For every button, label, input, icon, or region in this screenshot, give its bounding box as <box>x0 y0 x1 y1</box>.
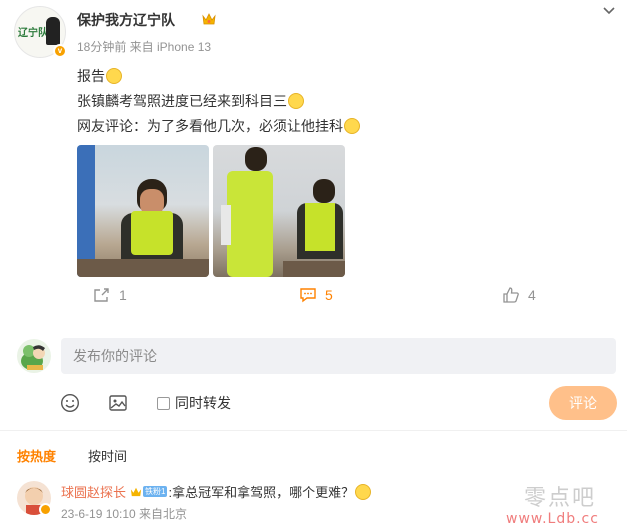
share-button[interactable]: 1 <box>93 287 127 303</box>
share-count: 1 <box>119 287 127 303</box>
author-name[interactable]: 保护我方辽宁队 <box>77 10 175 30</box>
photo-table <box>283 261 345 277</box>
submit-comment-button[interactable]: 评论 <box>549 386 617 420</box>
photo-table <box>77 259 209 277</box>
laugh-emoji-icon <box>355 483 372 500</box>
verified-badge-icon: v <box>53 44 67 58</box>
avatar-figure <box>46 17 60 45</box>
photo-safety-vest <box>305 203 335 251</box>
watermark-text: 零点吧 <box>524 486 597 511</box>
comment-count: 5 <box>325 287 333 303</box>
photo-person-head <box>313 179 335 203</box>
emoji-icon <box>106 68 122 84</box>
repost-toggle[interactable]: 同时转发 <box>157 393 231 413</box>
post-line: 网友评论：为了多看他几次，必须让他挂科 <box>77 114 360 139</box>
repost-label: 同时转发 <box>175 395 231 411</box>
fan-crown-icon <box>202 13 216 25</box>
comment-input-placeholder: 发布你的评论 <box>73 348 157 364</box>
like-count: 4 <box>528 287 536 303</box>
divider <box>0 430 627 431</box>
photo-wall <box>77 145 95 277</box>
like-button[interactable]: 4 <box>502 287 536 303</box>
tab-sort-hot[interactable]: 按热度 <box>17 446 56 465</box>
post-content: 报告 张镇麟考驾照进度已经来到科目三 网友评论：为了多看他几次，必须让他挂科 <box>77 64 360 139</box>
comment-icon <box>300 288 316 303</box>
post-line-text: 网友评论：为了多看他几次，必须让他挂科 <box>77 118 343 134</box>
photo-safety-vest <box>227 171 273 277</box>
comment-button[interactable]: 5 <box>299 287 333 303</box>
post-meta: 18分钟前 来自 iPhone 13 <box>77 40 212 54</box>
current-user-avatar[interactable] <box>17 339 51 373</box>
emoji-icon <box>288 93 304 109</box>
image-upload-icon[interactable] <box>108 393 128 413</box>
user-avatar-illustration <box>21 345 45 370</box>
commenter-name[interactable]: 球圆赵探长 <box>61 482 126 501</box>
post-line-text: 张镇麟考驾照进度已经来到科目三 <box>77 93 287 109</box>
emoji-icon <box>344 118 360 134</box>
post-photo-2[interactable] <box>213 145 345 277</box>
comment-input[interactable]: 发布你的评论 <box>61 338 616 374</box>
fan-level-label: 铁粉1 <box>143 486 168 497</box>
chevron-down-icon[interactable] <box>602 6 616 16</box>
post-photo-1[interactable] <box>77 145 209 277</box>
commenter-verified-icon <box>39 503 52 516</box>
repost-checkbox[interactable] <box>157 396 170 410</box>
photo-person-head <box>245 147 267 171</box>
watermark-url: www.Ldb.cc <box>506 511 599 527</box>
comment-text: :拿总冠军和拿驾照，哪个更难？ <box>168 485 355 500</box>
avatar-text: 辽宁队 <box>18 28 48 39</box>
photo-safety-vest <box>131 211 173 255</box>
thumbs-up-icon <box>503 287 519 303</box>
post-line-text: 报告 <box>77 68 105 84</box>
emoji-picker-icon[interactable] <box>60 393 80 413</box>
share-icon <box>94 288 109 302</box>
post-line: 张镇麟考驾照进度已经来到科目三 <box>77 89 360 114</box>
post-line: 报告 <box>77 64 360 89</box>
comment-body: 球圆赵探长 铁粉1 :拿总冠军和拿驾照，哪个更难？ <box>61 482 372 501</box>
tab-sort-time[interactable]: 按时间 <box>88 446 127 465</box>
photo-sleeve <box>221 205 231 245</box>
fan-level-badge: 铁粉1 <box>130 485 168 498</box>
fan-crown-icon <box>130 487 142 497</box>
comment-meta: 23-6-19 10:10 来自北京 <box>61 507 188 521</box>
post-header: 辽宁队 v 保护我方辽宁队 18分钟前 来自 iPhone 13 <box>14 6 616 58</box>
